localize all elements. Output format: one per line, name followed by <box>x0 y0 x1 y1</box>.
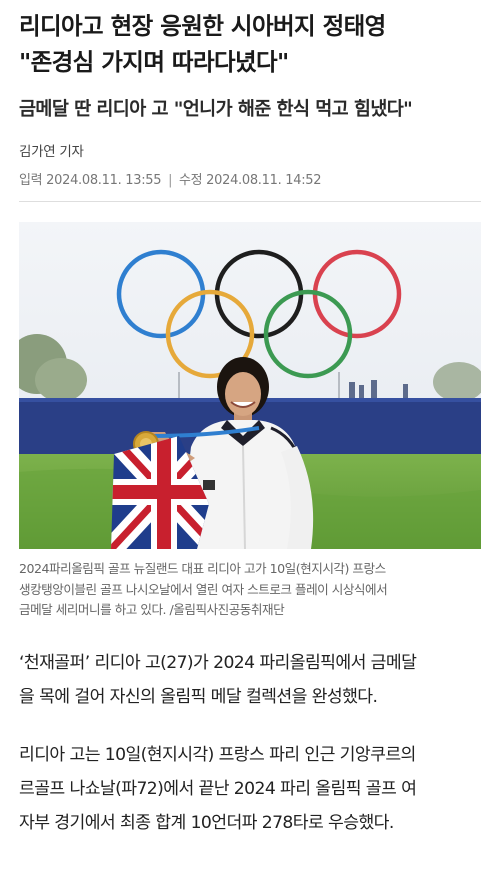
article-title: 리디아고 현장 응원한 시아버지 정태영 "존경심 가지며 따라다녔다" <box>19 0 481 80</box>
header-divider <box>19 201 481 202</box>
article-title-line-1: 리디아고 현장 응원한 시아버지 정태영 <box>19 12 386 40</box>
article: 리디아고 현장 응원한 시아버지 정태영 "존경심 가지며 따라다녔다" 금메달… <box>0 0 500 840</box>
article-photo <box>19 222 481 549</box>
body-paragraph-2-line-1: 리디아 고는 10일(현지시각) 프랑스 파리 인근 기앙쿠르의 <box>19 744 416 765</box>
photo-caption-line-3: 금메달 세리머니를 하고 있다. /올림픽사진공동취재단 <box>19 602 285 617</box>
photo-caption: 2024파리올림픽 골프 뉴질랜드 대표 리디아 고가 10일(현지시각) 프랑… <box>19 559 481 621</box>
published-date: 입력 2024.08.11. 13:55 <box>19 173 162 188</box>
photo-caption-line-1: 2024파리올림픽 골프 뉴질랜드 대표 리디아 고가 10일(현지시각) 프랑… <box>19 561 386 576</box>
body-paragraph-1-line-2: 을 목에 걸어 자신의 올림픽 메달 컬렉션을 완성했다. <box>19 686 378 707</box>
photo-caption-line-2: 생캉탱앙이블린 골프 나시오날에서 열린 여자 스트로크 플레이 시상식에서 <box>19 581 388 597</box>
reporter-byline[interactable]: 김가연 기자 <box>19 140 481 160</box>
date-separator: | <box>168 173 173 188</box>
modified-date: 수정 2024.08.11. 14:52 <box>179 173 322 188</box>
article-title-line-2: "존경심 가지며 따라다녔다" <box>19 48 289 76</box>
body-paragraph-2-line-2: 르골프 나쇼날(파72)에서 끝난 2024 파리 올림픽 골프 여 <box>19 778 417 799</box>
body-paragraph-2: 리디아 고는 10일(현지시각) 프랑스 파리 인근 기앙쿠르의 르골프 나쇼날… <box>19 738 481 840</box>
article-subtitle: 금메달 딴 리디아 고 "언니가 해준 한식 먹고 힘냈다" <box>19 99 413 120</box>
article-dates: 입력 2024.08.11. 13:55 | 수정 2024.08.11. 14… <box>19 169 481 188</box>
body-paragraph-2-line-3: 자부 경기에서 최종 합계 10언더파 278타로 우승했다. <box>19 812 394 833</box>
body-paragraph-1: ‘천재골퍼’ 리디아 고(27)가 2024 파리올림픽에서 금메달 을 목에 … <box>19 646 481 714</box>
body-paragraph-1-line-1: ‘천재골퍼’ 리디아 고(27)가 2024 파리올림픽에서 금메달 <box>19 652 417 673</box>
